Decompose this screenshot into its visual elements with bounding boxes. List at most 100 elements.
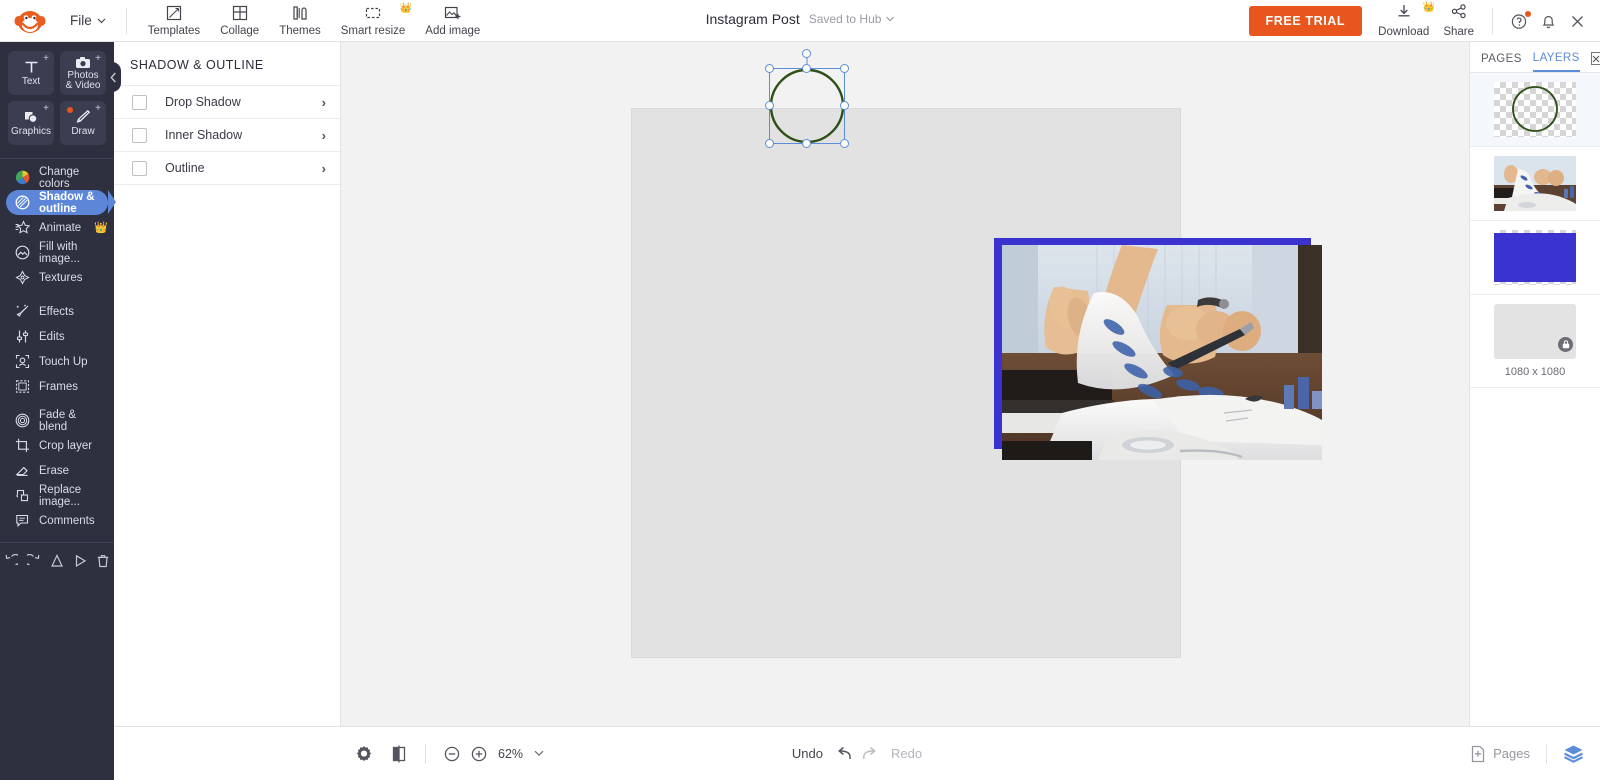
zoom-level-value[interactable]: 62%: [498, 747, 523, 761]
resize-handle-bottom-center[interactable]: [802, 139, 811, 148]
collage-button[interactable]: Collage: [211, 3, 268, 39]
zoom-out-icon: [444, 746, 460, 761]
flip-icon: [51, 554, 63, 567]
help-button[interactable]: [1505, 7, 1534, 36]
add-image-icon: [444, 5, 461, 22]
zoom-out-button[interactable]: [444, 746, 460, 762]
templates-button[interactable]: Templates: [139, 3, 209, 39]
sidebar-item-shadow-outline[interactable]: Shadow & outline: [6, 190, 116, 215]
collage-icon: [232, 5, 248, 22]
draw-button[interactable]: + Draw: [60, 101, 106, 145]
rail-primary-buttons: + Text + Photos & Video + Graphics + Dra…: [0, 42, 114, 156]
outline-row[interactable]: Outline ›: [114, 152, 340, 185]
menu-gap: [0, 399, 114, 408]
undo-button[interactable]: [833, 746, 852, 761]
tab-layers[interactable]: LAYERS: [1532, 52, 1580, 72]
artboard[interactable]: [631, 108, 1322, 658]
sidebar-item-erase[interactable]: Erase: [6, 458, 108, 483]
add-text-button[interactable]: + Text: [8, 51, 54, 95]
sidebar-item-crop-layer[interactable]: Crop layer: [6, 433, 108, 458]
resize-handle-middle-left[interactable]: [765, 101, 774, 110]
layer-item-photo[interactable]: [1470, 147, 1600, 221]
resize-handle-top-right[interactable]: [840, 64, 849, 73]
add-photos-video-label: Photos & Video: [65, 69, 101, 91]
add-page-icon: [1471, 745, 1485, 762]
resize-handle-middle-right[interactable]: [840, 101, 849, 110]
sidebar-item-touch-up[interactable]: Touch Up: [6, 349, 108, 374]
free-trial-button[interactable]: FREE TRIAL: [1248, 6, 1363, 36]
bottom-divider: [1546, 743, 1547, 764]
inner-shadow-checkbox[interactable]: [132, 127, 147, 143]
sidebar-item-comments[interactable]: Comments: [6, 508, 108, 533]
undo-icon: [838, 746, 851, 760]
resize-handle-top-center[interactable]: [802, 64, 811, 73]
sidebar-item-textures[interactable]: Textures: [6, 265, 108, 290]
close-icon: [1592, 55, 1600, 62]
layer-thumbnail: [1494, 156, 1576, 211]
document-title[interactable]: Instagram Post: [706, 11, 800, 27]
share-button[interactable]: Share: [1443, 4, 1474, 38]
sidebar-item-fade-blend[interactable]: Fade & blend: [6, 408, 108, 433]
sidebar-item-frames[interactable]: Frames: [6, 374, 108, 399]
inner-shadow-row[interactable]: Inner Shadow ›: [114, 119, 340, 152]
notifications-button[interactable]: [1534, 7, 1563, 36]
close-button[interactable]: [1563, 7, 1592, 36]
sidebar-item-edits[interactable]: Edits: [6, 324, 108, 349]
resize-handle-bottom-left[interactable]: [765, 139, 774, 148]
flip-button[interactable]: [50, 554, 64, 568]
zoom-in-icon: [471, 746, 487, 761]
add-pages-button[interactable]: Pages: [1470, 745, 1530, 763]
collapse-panel-button[interactable]: [106, 62, 121, 92]
app-logo[interactable]: [0, 8, 62, 34]
tab-pages[interactable]: PAGES: [1481, 53, 1522, 71]
plus-icon: +: [43, 53, 49, 64]
undo-label[interactable]: Undo: [792, 746, 823, 761]
comment-icon: [14, 513, 30, 528]
crown-icon: 👑: [399, 2, 413, 14]
play-button[interactable]: [73, 554, 87, 568]
canvas-stage[interactable]: [341, 42, 1469, 726]
panel-title: SHADOW & OUTLINE: [114, 42, 340, 86]
outline-checkbox[interactable]: [132, 160, 147, 176]
zoom-dropdown-button[interactable]: [534, 750, 544, 757]
smart-resize-button[interactable]: 👑 Smart resize: [332, 3, 415, 39]
document-title-area: Instagram Post Saved to Hub: [706, 11, 895, 27]
add-photos-video-button[interactable]: + Photos & Video: [60, 51, 106, 95]
redo-label[interactable]: Redo: [891, 746, 922, 761]
close-icon: [1572, 15, 1583, 27]
download-button[interactable]: 👑 Download: [1378, 2, 1435, 38]
sidebar-label: Fill with image...: [39, 240, 80, 265]
drop-shadow-row[interactable]: Drop Shadow ›: [114, 86, 340, 119]
saved-status-dropdown[interactable]: Saved to Hub: [809, 12, 895, 26]
sidebar-label: Fade & blend: [39, 408, 77, 433]
delete-button[interactable]: [96, 554, 110, 568]
close-panel-button[interactable]: [1590, 52, 1600, 65]
add-image-button[interactable]: Add image: [416, 3, 489, 39]
selection-bounding-box[interactable]: [765, 49, 849, 148]
lock-icon: [1558, 337, 1573, 352]
resize-handle-top-left[interactable]: [765, 64, 774, 73]
sidebar-item-effects[interactable]: Effects: [6, 299, 108, 324]
sidebar-item-change-colors[interactable]: Change colors: [6, 165, 108, 190]
add-graphics-button[interactable]: + Graphics: [8, 101, 54, 145]
compare-button[interactable]: [391, 745, 407, 763]
redo-button[interactable]: [862, 746, 881, 761]
themes-button[interactable]: Themes: [270, 3, 330, 39]
file-menu-button[interactable]: File: [62, 9, 114, 32]
redo-button[interactable]: [27, 554, 41, 568]
sidebar-item-animate[interactable]: Animate 👑: [6, 215, 108, 240]
drop-shadow-checkbox[interactable]: [132, 94, 147, 110]
rotation-handle[interactable]: [802, 49, 811, 58]
undo-button[interactable]: [4, 554, 19, 568]
layers-toggle-button[interactable]: [1563, 744, 1584, 763]
layer-item-blue-rect[interactable]: [1470, 221, 1600, 295]
sidebar-item-replace-image[interactable]: Replace image...: [6, 483, 108, 508]
layer-item-background[interactable]: 1080 x 1080: [1470, 295, 1600, 388]
sidebar-item-fill-with-image[interactable]: Fill with image...: [6, 240, 108, 265]
resize-handle-bottom-right[interactable]: [840, 139, 849, 148]
layer-item-circle[interactable]: [1470, 73, 1600, 147]
photo-layer[interactable]: [1002, 245, 1322, 460]
settings-button[interactable]: [355, 745, 373, 763]
zoom-in-button[interactable]: [471, 746, 487, 762]
crown-icon: 👑: [94, 222, 108, 234]
